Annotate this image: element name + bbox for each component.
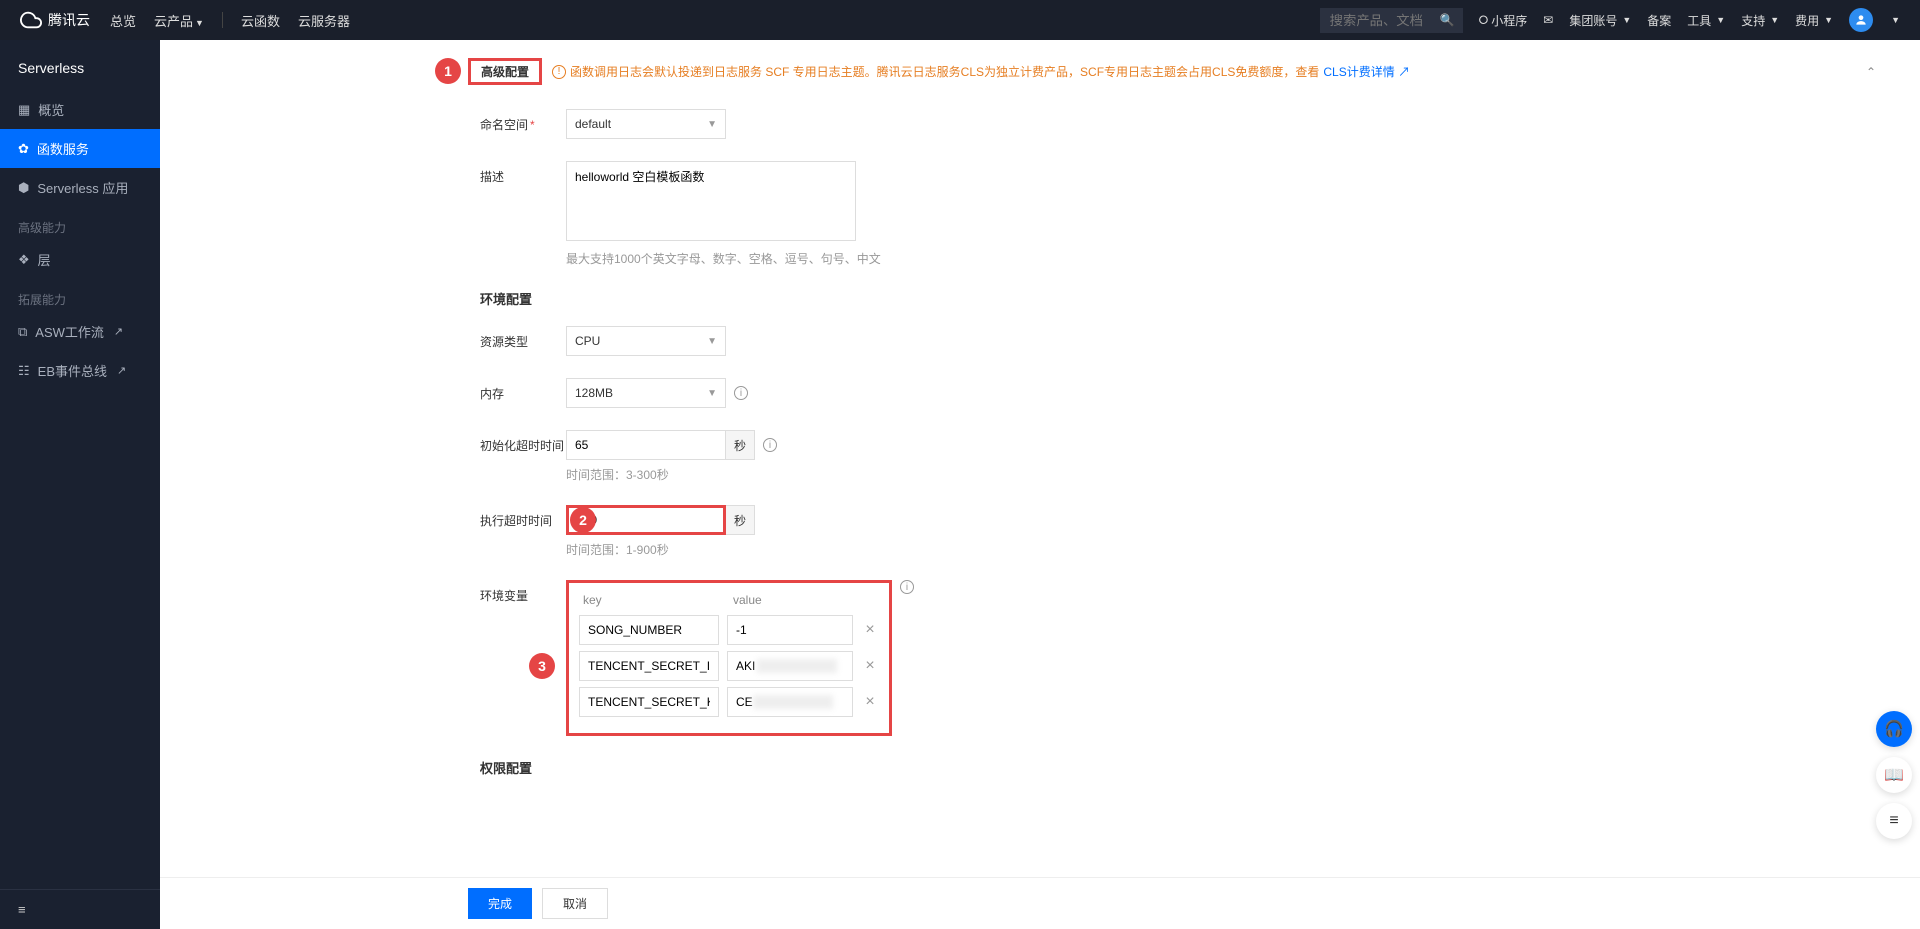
float-buttons: 🎧 📖 ≡: [1876, 711, 1912, 839]
sidebar-collapse-toggle[interactable]: ≡: [0, 889, 160, 929]
chevron-down-icon: ▼: [707, 119, 717, 130]
env-var-row: ×: [579, 615, 879, 645]
nav-divider: [222, 12, 223, 28]
sidebar-group-adv: 高级能力: [0, 207, 160, 240]
search-input[interactable]: [1320, 8, 1440, 33]
env-key-input[interactable]: [579, 615, 719, 645]
flow-icon: ⧉: [18, 324, 27, 340]
top-nav-links: 总览 云产品▼ 云函数 云服务器: [110, 11, 350, 30]
delete-icon[interactable]: ×: [861, 657, 879, 675]
support-menu[interactable]: 支持▼: [1741, 12, 1779, 29]
delete-icon[interactable]: ×: [861, 693, 879, 711]
search-box: 🔍: [1320, 8, 1463, 33]
annotation-marker-3: 3: [529, 653, 555, 679]
info-icon[interactable]: i: [763, 438, 777, 452]
top-right: 🔍 ⭘ 小程序 ✉ 集团账号▼ 备案 工具▼ 支持▼ 费用▼ ▼: [1320, 8, 1900, 33]
unit-seconds: 秒: [726, 505, 755, 535]
row-init-timeout: 初始化超时时间 秒 i 时间范围：3-300秒: [480, 430, 1240, 483]
cloud-icon: [20, 9, 42, 31]
top-nav: 腾讯云 总览 云产品▼ 云函数 云服务器 🔍 ⭘ 小程序 ✉ 集团账号▼ 备案 …: [0, 0, 1920, 40]
sidebar-item-asw[interactable]: ⧉ASW工作流↗: [0, 312, 160, 351]
cancel-button[interactable]: 取消: [542, 888, 608, 919]
alert-text: ! 函数调用日志会默认投递到日志服务 SCF 专用日志主题。腾讯云日志服务CLS…: [552, 63, 1866, 80]
env-var-row: ×: [579, 651, 879, 681]
brand-logo[interactable]: 腾讯云: [20, 9, 90, 31]
chevron-down-icon: ▼: [707, 336, 717, 347]
sidebar-item-overview[interactable]: ▦概览: [0, 90, 160, 129]
sidebar-item-app[interactable]: ⬢Serverless 应用: [0, 168, 160, 207]
avatar-menu-icon[interactable]: ▼: [1891, 15, 1900, 25]
description-textarea[interactable]: [566, 161, 856, 241]
env-key-input[interactable]: [579, 687, 719, 717]
grid-icon: ▦: [18, 102, 30, 118]
nav-products[interactable]: 云产品▼: [154, 11, 204, 30]
delete-icon[interactable]: ×: [861, 621, 879, 639]
memory-select[interactable]: 128MB▼: [566, 378, 726, 408]
exec-timeout-helper: 时间范围：1-900秒: [566, 541, 1240, 558]
sidebar-item-functions[interactable]: ✿函数服务: [0, 129, 160, 168]
support-float-icon[interactable]: 🎧: [1876, 711, 1912, 747]
section-perm-config: 权限配置: [480, 758, 1240, 777]
nav-cvm[interactable]: 云服务器: [298, 11, 350, 30]
confirm-button[interactable]: 完成: [468, 888, 532, 919]
sidebar: Serverless ▦概览 ✿函数服务 ⬢Serverless 应用 高级能力…: [0, 40, 160, 929]
sidebar-item-layer[interactable]: ❖层: [0, 240, 160, 279]
row-resource-type: 资源类型 CPU▼: [480, 326, 1240, 356]
init-timeout-input[interactable]: [566, 430, 726, 460]
env-key-input[interactable]: [579, 651, 719, 681]
menu-float-icon[interactable]: ≡: [1876, 803, 1912, 839]
gear-icon: ✿: [18, 141, 29, 157]
nav-func[interactable]: 云函数: [241, 11, 280, 30]
tools-menu[interactable]: 工具▼: [1687, 12, 1725, 29]
main-content: 1 高级配置 ! 函数调用日志会默认投递到日志服务 SCF 专用日志主题。腾讯云…: [160, 40, 1920, 929]
search-icon[interactable]: 🔍: [1440, 13, 1455, 27]
nav-overview[interactable]: 总览: [110, 11, 136, 30]
row-exec-timeout: 执行超时时间 秒 2 时间范围：1-900秒: [480, 505, 1240, 558]
inbox-icon[interactable]: ✉: [1543, 13, 1553, 27]
advanced-config-badge[interactable]: 高级配置: [468, 58, 542, 85]
env-val-input[interactable]: [727, 615, 853, 645]
footer-actions: 完成 取消: [160, 877, 1920, 929]
section-env-config: 环境配置: [480, 289, 1240, 308]
annotation-marker-2: 2: [570, 507, 596, 533]
warning-icon: !: [552, 65, 566, 79]
row-env-vars: 环境变量 3 keyvalue ×: [480, 580, 1240, 736]
avatar[interactable]: [1849, 8, 1873, 32]
cube-icon: ⬢: [18, 180, 29, 196]
resource-type-select[interactable]: CPU▼: [566, 326, 726, 356]
env-vars-box: 3 keyvalue × ×: [566, 580, 892, 736]
annotation-marker-1: 1: [435, 58, 461, 84]
env-var-row: ×: [579, 687, 879, 717]
docs-float-icon[interactable]: 📖: [1876, 757, 1912, 793]
row-description: 描述 最大支持1000个英文字母、数字、空格、逗号、句号、中文: [480, 161, 1240, 267]
row-memory: 内存 128MB▼ i: [480, 378, 1240, 408]
row-namespace: 命名空间* default▼: [480, 109, 1240, 139]
miniprogram-link[interactable]: ⭘ 小程序: [1479, 12, 1528, 29]
description-helper: 最大支持1000个英文字母、数字、空格、逗号、句号、中文: [566, 250, 1240, 267]
beian-link[interactable]: 备案: [1647, 12, 1671, 29]
external-link-icon: ↗: [1398, 65, 1410, 79]
alert-row: 1 高级配置 ! 函数调用日志会默认投递到日志服务 SCF 专用日志主题。腾讯云…: [160, 58, 1920, 85]
collapse-icon[interactable]: ⌃: [1866, 65, 1876, 79]
chevron-down-icon: ▼: [707, 388, 717, 399]
cost-menu[interactable]: 费用▼: [1795, 12, 1833, 29]
brand-text: 腾讯云: [48, 10, 90, 30]
layers-icon: ❖: [18, 252, 30, 268]
sidebar-title: Serverless: [0, 54, 160, 90]
cls-pricing-link[interactable]: CLS计费详情 ↗: [1323, 63, 1410, 80]
sidebar-group-ext: 拓展能力: [0, 279, 160, 312]
external-link-icon: ↗: [114, 325, 123, 338]
unit-seconds: 秒: [726, 430, 755, 460]
account-menu[interactable]: 集团账号▼: [1569, 12, 1631, 29]
bus-icon: ☷: [18, 363, 30, 379]
external-link-icon: ↗: [117, 364, 126, 377]
info-icon[interactable]: i: [734, 386, 748, 400]
init-timeout-helper: 时间范围：3-300秒: [566, 466, 1240, 483]
namespace-select[interactable]: default▼: [566, 109, 726, 139]
sidebar-item-eb[interactable]: ☷EB事件总线↗: [0, 351, 160, 390]
info-icon[interactable]: i: [900, 580, 914, 594]
